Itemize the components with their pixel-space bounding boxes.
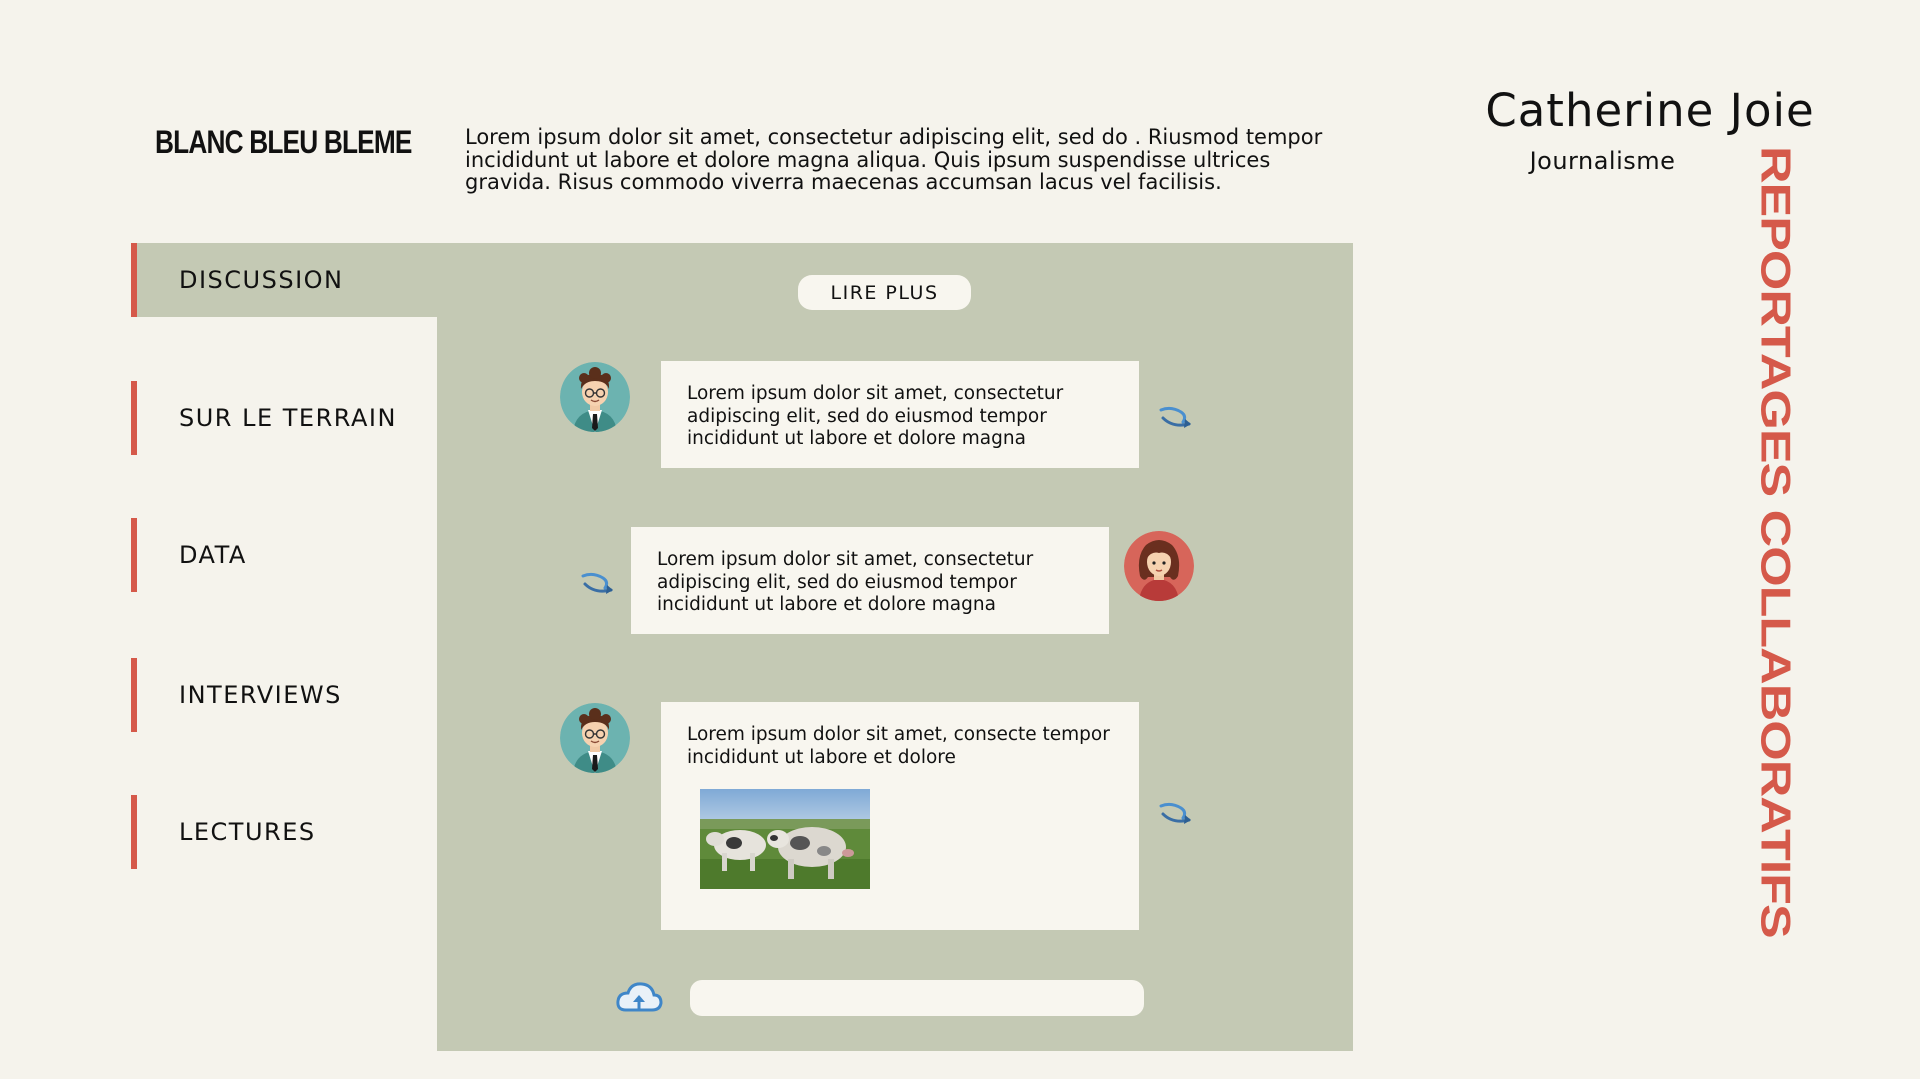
nav-item-sur-le-terrain[interactable]: SUR LE TERRAIN <box>131 381 437 455</box>
vertical-section-title: REPORTAGES COLLABORATIFS <box>1751 146 1799 938</box>
female-avatar-icon <box>1124 531 1194 601</box>
message-input[interactable] <box>690 980 1144 1016</box>
nav-item-label: LECTURES <box>179 818 316 846</box>
nav-indicator <box>131 518 137 592</box>
read-more-button[interactable]: LIRE PLUS <box>798 275 971 310</box>
reply-arrow-icon[interactable] <box>1157 404 1195 434</box>
male-avatar-icon <box>560 703 630 773</box>
nav-item-lectures[interactable]: LECTURES <box>131 795 437 869</box>
nav-item-interviews[interactable]: INTERVIEWS <box>131 658 437 732</box>
male-avatar-icon <box>560 362 630 432</box>
nav-active-indicator <box>131 243 137 317</box>
nav-indicator <box>131 795 137 869</box>
nav-indicator <box>131 658 137 732</box>
nav-item-data[interactable]: DATA <box>131 518 437 592</box>
nav-item-label: DATA <box>179 541 247 569</box>
message-text: Lorem ipsum dolor sit amet, consectetur … <box>657 549 1034 615</box>
intro-text: Lorem ipsum dolor sit amet, consectetur … <box>465 125 1323 194</box>
brand-title: BLANC BLEU BLEME <box>155 124 412 160</box>
message-text: Lorem ipsum dolor sit amet, consecte tem… <box>687 724 1110 768</box>
reply-arrow-icon[interactable] <box>579 570 617 600</box>
nav-indicator <box>131 381 137 455</box>
reply-arrow-icon[interactable] <box>1157 800 1195 830</box>
chat-message: Lorem ipsum dolor sit amet, consectetur … <box>661 361 1139 468</box>
author-role: Journalisme <box>1529 147 1676 175</box>
nav-item-label: SUR LE TERRAIN <box>179 404 397 432</box>
nav-item-label: INTERVIEWS <box>179 681 342 709</box>
cloud-upload-icon[interactable] <box>614 980 664 1016</box>
nav-item-label: DISCUSSION <box>179 266 344 294</box>
cow-photo[interactable] <box>700 789 870 889</box>
chat-message: Lorem ipsum dolor sit amet, consectetur … <box>631 527 1109 634</box>
message-text: Lorem ipsum dolor sit amet, consectetur … <box>687 383 1064 449</box>
nav-item-discussion[interactable]: DISCUSSION <box>131 243 437 317</box>
author-name: Catherine Joie <box>1485 84 1815 137</box>
